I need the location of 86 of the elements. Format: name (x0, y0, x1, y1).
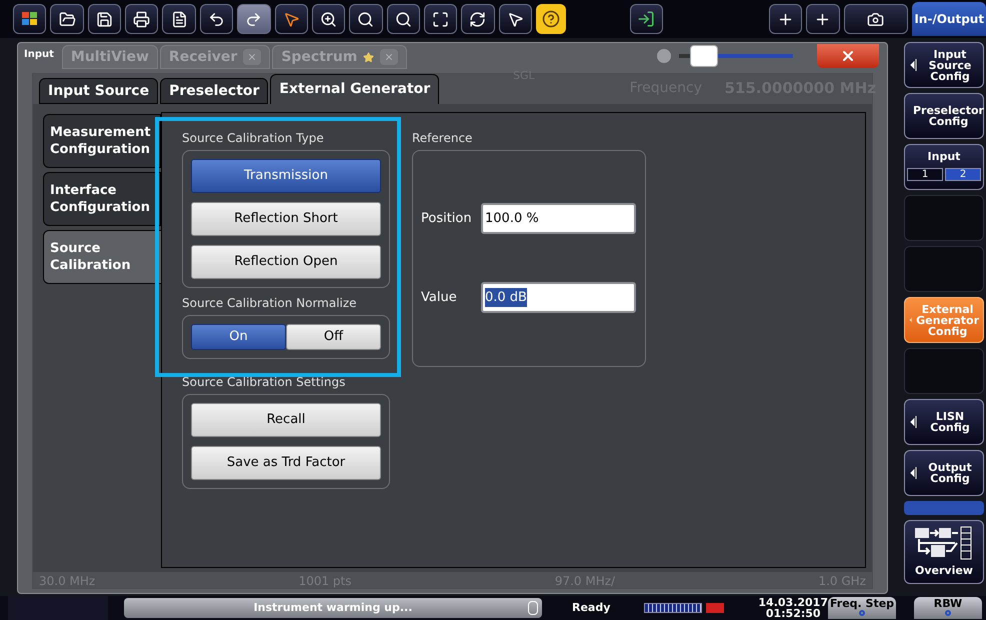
progress-icon (644, 603, 702, 613)
option-button[interactable]: Save as Trd Factor (191, 446, 381, 480)
close-icon (247, 52, 258, 62)
maximize-icon (432, 10, 450, 28)
side-tab[interactable]: Measurement Configuration (43, 114, 161, 168)
toolbar-button[interactable] (237, 4, 271, 34)
zoom-icon (394, 10, 412, 28)
option-button[interactable]: Recall (191, 403, 381, 437)
status-state: Ready (572, 600, 610, 616)
star-icon (363, 52, 374, 62)
close-icon (840, 48, 856, 64)
option-button[interactable]: Transmission (191, 159, 381, 193)
toggle-option[interactable]: On (191, 324, 286, 350)
toolbar-button[interactable] (88, 4, 122, 34)
toolbar-button[interactable] (50, 4, 84, 34)
transparency-slider[interactable] (679, 45, 793, 67)
submenu-arrow-icon (909, 58, 917, 72)
toggle-option[interactable]: 2 (945, 168, 981, 180)
option-button[interactable]: Reflection Open (191, 245, 381, 279)
slider-thumb[interactable] (690, 45, 718, 67)
zoom-icon (357, 10, 374, 28)
toolbar-button[interactable] (386, 4, 420, 34)
redo-icon (245, 10, 262, 28)
group-title: Source Calibration Settings (182, 374, 346, 391)
start-button[interactable] (13, 4, 46, 34)
hardkey-button[interactable]: Freq. Step (828, 597, 896, 619)
toggle-option[interactable]: 1 (907, 168, 943, 180)
toolbar-button[interactable] (162, 4, 196, 34)
toggle-option[interactable]: Off (286, 324, 381, 350)
background-tab: Receiver (160, 45, 270, 69)
background-tab: Spectrum (272, 45, 408, 69)
option-button[interactable]: Reflection Short (191, 202, 381, 236)
dialog-tab[interactable]: Input Source (39, 78, 158, 104)
cursor-icon (506, 10, 524, 28)
close-icon (384, 52, 394, 62)
toolbar-button[interactable] (806, 4, 840, 34)
help-button[interactable] (536, 4, 566, 34)
folder-icon (58, 10, 76, 28)
toolbar-button[interactable] (312, 4, 346, 34)
group-title: Reference (412, 130, 474, 147)
dialog-tab[interactable]: Preselector (160, 78, 268, 104)
softkey[interactable]: Output Config (904, 450, 984, 496)
save-icon (96, 10, 113, 28)
dialog-title: Input (24, 48, 54, 62)
softkey[interactable]: Preselector Config (904, 93, 984, 139)
camera-icon (867, 10, 884, 28)
enter-icon (637, 10, 656, 28)
field-label: Value (421, 288, 458, 307)
side-tab[interactable]: Source Calibration (43, 230, 161, 284)
dialog-tab[interactable]: External Generator (270, 74, 440, 104)
group-title: Source Calibration Normalize (182, 295, 358, 312)
toolbar-button[interactable] (844, 4, 908, 34)
submenu-arrow-icon (909, 415, 917, 429)
toolbar-button[interactable] (630, 4, 663, 34)
help-icon (542, 10, 560, 28)
softkey[interactable]: LISN Config (904, 399, 984, 445)
hardkey-button[interactable]: RBW (914, 597, 982, 619)
zoom-icon (320, 10, 338, 28)
group-title: Source Calibration Type (182, 130, 325, 147)
submenu-arrow-icon (909, 466, 917, 480)
side-tab[interactable]: Interface Configuration (43, 172, 161, 226)
refresh-icon (469, 10, 486, 28)
softkey[interactable]: Input Source Config (904, 42, 984, 88)
mode-button[interactable]: In-/Output (912, 2, 986, 36)
overview-button[interactable]: Overview (904, 520, 984, 584)
toolbar-button[interactable] (200, 4, 234, 34)
document-icon (170, 10, 188, 28)
status-time: 01:52:50 (766, 608, 821, 619)
toolbar-button[interactable] (125, 4, 158, 34)
input-field[interactable]: 0.0 dB (481, 282, 636, 313)
close-button[interactable] (817, 44, 879, 68)
softkey: Input 1 2 (904, 144, 984, 190)
field-label: Position (421, 210, 473, 228)
windows-logo-icon (20, 11, 39, 27)
toolbar-button[interactable] (498, 4, 532, 34)
cursor-icon (282, 10, 300, 28)
toolbar-button[interactable] (461, 4, 495, 34)
toolbar-button[interactable] (274, 4, 308, 34)
toolbar-button[interactable] (768, 4, 802, 34)
printer-icon (133, 10, 150, 28)
status-message: Instrument warming up... (254, 600, 412, 616)
status-date: 14.03.2017 (758, 597, 828, 608)
undo-icon (208, 10, 225, 28)
toolbar-button[interactable] (424, 4, 458, 34)
input-field[interactable]: 100.0 % (481, 203, 636, 234)
toolbar-button[interactable] (349, 4, 383, 34)
